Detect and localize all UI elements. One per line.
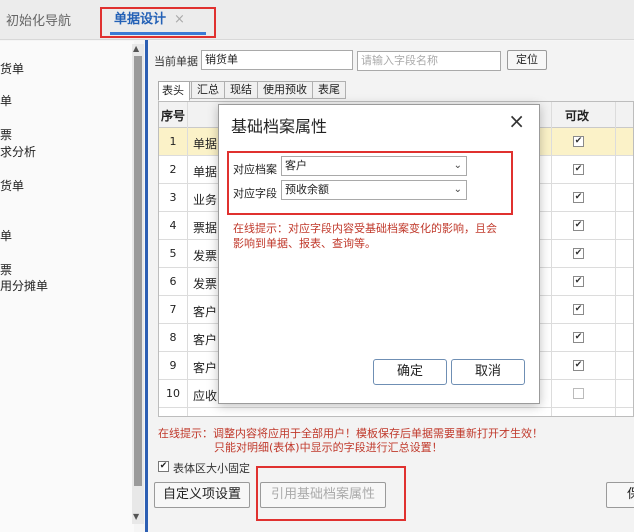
- editable-checkbox[interactable]: ✔: [573, 164, 584, 175]
- tab-prepay[interactable]: 使用预收: [257, 81, 312, 99]
- col-no-header: 序号: [161, 109, 186, 123]
- locate-button[interactable]: 定位: [507, 50, 547, 70]
- tab-footer[interactable]: 表尾: [312, 81, 346, 99]
- grid-col-divider: [615, 102, 616, 416]
- row-field-name: 客户: [193, 305, 218, 319]
- editable-checkbox[interactable]: ✔: [573, 332, 584, 343]
- row-field-name: 应收: [193, 389, 218, 403]
- top-tab-bar: 初始化导航 单据设计 ×: [0, 0, 634, 40]
- tab-header[interactable]: 表头: [158, 81, 190, 101]
- editable-checkbox[interactable]: ✔: [573, 136, 584, 147]
- section-tabs: 表头 明细 汇总 现结 使用预收 表尾: [158, 81, 346, 101]
- grid-col-divider: [551, 102, 552, 416]
- nav-item[interactable]: 单: [0, 92, 12, 109]
- grid-col-divider: [187, 102, 188, 416]
- footer-hint-line2: 只能对明细(表体)中显示的字段进行汇总设置！: [214, 441, 443, 454]
- editable-checkbox[interactable]: ✔: [573, 220, 584, 231]
- ok-button[interactable]: 确定: [373, 359, 447, 385]
- nav-item[interactable]: 求分析: [0, 143, 36, 160]
- splitter[interactable]: [145, 40, 148, 532]
- row-number: 6: [169, 275, 177, 288]
- row-field-name: 发票: [193, 277, 218, 291]
- right-button-partial[interactable]: 保: [606, 482, 634, 508]
- dialog-hint: 在线提示：对应字段内容受基础档案变化的影响，且会影响到单据、报表、查询等。: [233, 222, 497, 250]
- nav-item[interactable]: 单: [0, 227, 12, 244]
- annotation-box-ref-button: [256, 466, 406, 521]
- editable-checkbox[interactable]: ✔: [573, 388, 584, 399]
- scroll-down-icon[interactable]: ▼: [133, 512, 139, 521]
- editable-checkbox[interactable]: ✔: [573, 360, 584, 371]
- nav-scrollbar[interactable]: ▲ ▼: [132, 44, 144, 524]
- row-field-name: 客户: [193, 361, 218, 375]
- editable-checkbox[interactable]: ✔: [573, 276, 584, 287]
- tab-init-nav[interactable]: 初始化导航: [6, 10, 71, 34]
- row-number: 1: [169, 135, 177, 148]
- cancel-button[interactable]: 取消: [451, 359, 525, 385]
- tab-cash[interactable]: 现结: [224, 81, 257, 99]
- fixed-size-label: 表体区大小固定: [173, 462, 250, 475]
- row-field-name: 客户: [193, 333, 218, 347]
- current-doc-label: 当前单据: [154, 55, 198, 68]
- custom-items-button[interactable]: 自定义项设置: [154, 482, 250, 508]
- nav-item[interactable]: 货单: [0, 60, 24, 77]
- scrollbar-thumb[interactable]: [134, 56, 142, 486]
- archive-attr-dialog: 基础档案属性 × 对应档案 客户 ⌄ 对应字段 预收余额 ⌄ 在线提示：对应字段…: [218, 104, 540, 404]
- row-number: 9: [169, 359, 177, 372]
- dialog-title: 基础档案属性: [231, 117, 328, 136]
- scroll-up-icon[interactable]: ▲: [133, 44, 139, 53]
- field-search-input[interactable]: 请输入字段名称: [357, 51, 501, 71]
- fixed-size-checkbox[interactable]: ✔: [158, 461, 169, 472]
- nav-item[interactable]: 票: [0, 261, 12, 278]
- row-field-name: 单据: [193, 137, 218, 151]
- editable-checkbox[interactable]: ✔: [573, 304, 584, 315]
- nav-item[interactable]: 票: [0, 126, 12, 143]
- current-doc-input[interactable]: 销货单: [201, 50, 353, 70]
- annotation-box-tab: [100, 7, 216, 38]
- tab-summary[interactable]: 汇总: [191, 81, 224, 99]
- editable-checkbox[interactable]: ✔: [573, 248, 584, 259]
- row-number: 7: [169, 303, 177, 316]
- editable-checkbox[interactable]: ✔: [573, 192, 584, 203]
- row-field-name: 单据: [193, 165, 218, 179]
- row-field-name: 发票: [193, 249, 218, 263]
- left-nav: 货单 单 票 求分析 货单 单 票 用分摊单: [0, 41, 134, 532]
- row-number: 2: [169, 163, 177, 176]
- nav-item[interactable]: 货单: [0, 177, 24, 194]
- row-number: 8: [169, 331, 177, 344]
- row-number: 5: [169, 247, 177, 260]
- nav-item[interactable]: 用分摊单: [0, 277, 48, 294]
- col-editable-header: 可改: [565, 109, 590, 123]
- dialog-close-icon[interactable]: ×: [508, 109, 525, 133]
- row-field-name: 票据: [193, 221, 218, 235]
- row-field-name: 业务: [193, 193, 218, 207]
- row-number: 3: [169, 191, 177, 204]
- row-number: 4: [169, 219, 177, 232]
- annotation-box-selects: [227, 151, 513, 215]
- row-number: 10: [166, 387, 180, 400]
